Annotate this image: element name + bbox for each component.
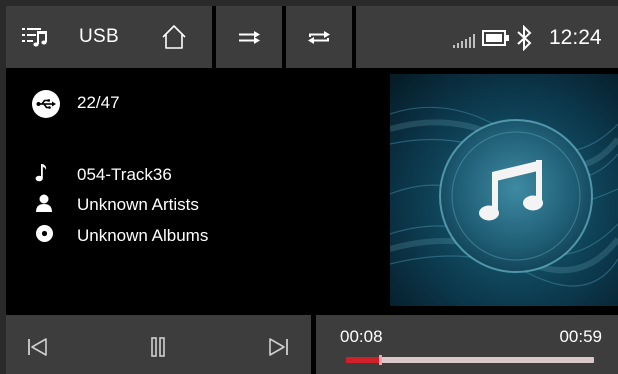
repeat-icon — [308, 31, 330, 44]
home-icon[interactable] — [161, 24, 187, 50]
bluetooth-icon — [517, 25, 532, 51]
track-info-panel: 22/47 054-Track36 Unknown Artists Unknow… — [6, 68, 386, 312]
playback-controls — [6, 315, 311, 374]
repeat-button[interactable] — [286, 6, 352, 68]
playlist-icon[interactable] — [22, 26, 48, 48]
album-art — [390, 74, 618, 306]
track-count-row: 22/47 — [6, 90, 206, 118]
album-row: Unknown Albums — [6, 223, 306, 249]
disc-icon — [36, 225, 53, 242]
progress-area: 00:08 00:59 — [316, 315, 618, 374]
shuffle-button[interactable] — [216, 6, 282, 68]
progress-fill — [346, 357, 380, 363]
music-note-icon — [35, 164, 47, 182]
pause-button[interactable] — [138, 326, 178, 366]
elapsed-time: 00:08 — [340, 327, 383, 346]
pause-icon — [151, 337, 165, 357]
track-name-row: 054-Track36 — [6, 162, 306, 188]
skip-previous-icon — [28, 338, 47, 356]
total-time: 00:59 — [559, 327, 602, 346]
album-name: Unknown Albums — [77, 226, 209, 245]
media-player-screen: USB 12:24 22/47 054-Track36 Unknown Arti… — [6, 6, 618, 374]
source-segment: USB — [6, 6, 212, 68]
progress-slider[interactable] — [346, 355, 594, 365]
top-bar: USB 12:24 — [6, 6, 618, 68]
source-label[interactable]: USB — [79, 26, 119, 48]
status-segment: 12:24 — [356, 6, 618, 68]
track-name: 054-Track36 — [77, 165, 172, 184]
usb-icon — [32, 90, 60, 118]
track-count: 22/47 — [77, 93, 120, 112]
skip-next-icon — [269, 338, 288, 356]
progress-thumb[interactable] — [378, 355, 382, 365]
signal-icon — [453, 34, 475, 48]
previous-track-button[interactable] — [18, 326, 58, 366]
artist-row: Unknown Artists — [6, 192, 306, 218]
shuffle-icon — [239, 31, 260, 44]
next-track-button[interactable] — [258, 326, 298, 366]
artist-name: Unknown Artists — [77, 195, 199, 214]
battery-icon — [482, 30, 509, 46]
clock: 12:24 — [549, 26, 602, 49]
person-icon — [36, 194, 52, 212]
